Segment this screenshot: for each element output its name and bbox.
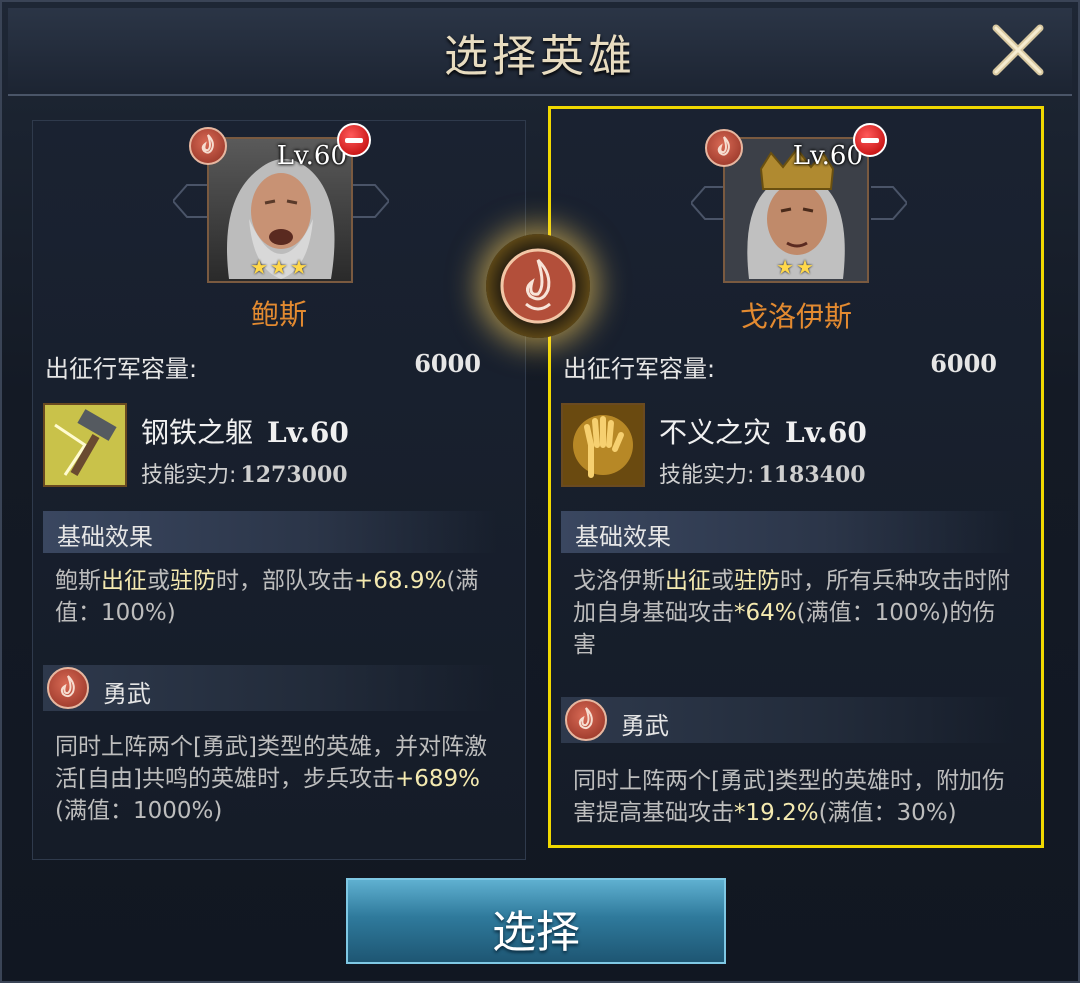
hero-portrait[interactable]: Lv.60 ★★★ bbox=[207, 137, 353, 283]
hero-level: Lv.60 bbox=[276, 141, 347, 171]
skill-level: Lv.60 bbox=[785, 416, 867, 449]
capacity-value: 6000 bbox=[414, 349, 481, 378]
trait-title: 勇武 bbox=[103, 680, 151, 708]
hero-card-bors[interactable]: Lv.60 ★★★ 鲍斯 出征行军容量: 6000 钢铁之躯 Lv.60 技能实力… bbox=[32, 120, 526, 860]
hammer-skill-icon[interactable] bbox=[43, 403, 127, 487]
trait-effect-text: 同时上阵两个[勇武]类型的英雄，并对阵激活[自由]共鸣的英雄时，步兵攻击+689… bbox=[55, 734, 487, 824]
hero-level: Lv.60 bbox=[792, 141, 863, 171]
fire-faction-emblem bbox=[486, 234, 590, 338]
skill-name: 钢铁之躯 bbox=[141, 416, 254, 449]
hero-stars: ★★★ bbox=[250, 255, 310, 279]
hero-stars: ★★ bbox=[776, 255, 816, 279]
hero-portrait[interactable]: Lv.60 ★★ bbox=[723, 137, 869, 283]
trait-header: 勇武 bbox=[561, 697, 1015, 743]
base-effect-header: 基础效果 bbox=[561, 511, 1015, 553]
fire-faction-icon bbox=[189, 127, 227, 165]
hero-card-gorlois[interactable]: Lv.60 ★★ 戈洛伊斯 出征行军容量: 6000 不义之灾 Lv.60 技能实… bbox=[548, 106, 1044, 848]
skill-power-label: 技能实力: bbox=[141, 463, 237, 488]
hero-name: 戈洛伊斯 bbox=[739, 300, 852, 333]
select-button[interactable]: 选择 bbox=[346, 878, 726, 964]
remove-hero-button[interactable] bbox=[337, 123, 371, 157]
skill-power-value: 1183400 bbox=[758, 462, 866, 488]
select-button-label: 选择 bbox=[492, 907, 580, 958]
capacity-value: 6000 bbox=[930, 349, 997, 378]
trait-effect-text: 同时上阵两个[勇武]类型的英雄时，附加伤害提高基础攻击*19.2%(满值：30%… bbox=[573, 768, 1005, 826]
remove-hero-button[interactable] bbox=[853, 123, 887, 157]
capacity-label: 出征行军容量: bbox=[563, 355, 716, 383]
skill-power-label: 技能实力: bbox=[659, 463, 755, 488]
cursed-hand-skill-icon[interactable] bbox=[561, 403, 645, 487]
base-effect-title: 基础效果 bbox=[57, 523, 153, 551]
capacity-label: 出征行军容量: bbox=[45, 355, 198, 383]
trait-header: 勇武 bbox=[43, 665, 497, 711]
skill-name: 不义之灾 bbox=[659, 416, 772, 449]
base-effect-text: 戈洛伊斯出征或驻防时，所有兵种攻击时附加自身基础攻击*64%(满值：100%)的… bbox=[573, 568, 1010, 658]
trait-title: 勇武 bbox=[621, 712, 669, 740]
base-effect-header: 基础效果 bbox=[43, 511, 497, 553]
base-effect-title: 基础效果 bbox=[575, 523, 671, 551]
close-button[interactable] bbox=[988, 22, 1048, 78]
fire-faction-icon bbox=[705, 129, 743, 167]
close-icon bbox=[992, 24, 1044, 76]
fire-trait-icon bbox=[565, 699, 607, 741]
dialog-title: 选择英雄 bbox=[444, 31, 636, 82]
base-effect-text: 鲍斯出征或驻防时，部队攻击+68.9%(满值：100%) bbox=[55, 568, 479, 626]
hero-name: 鲍斯 bbox=[250, 298, 307, 331]
skill-level: Lv.60 bbox=[267, 416, 349, 449]
skill-power-value: 1273000 bbox=[240, 462, 348, 488]
fire-trait-icon bbox=[47, 667, 89, 709]
